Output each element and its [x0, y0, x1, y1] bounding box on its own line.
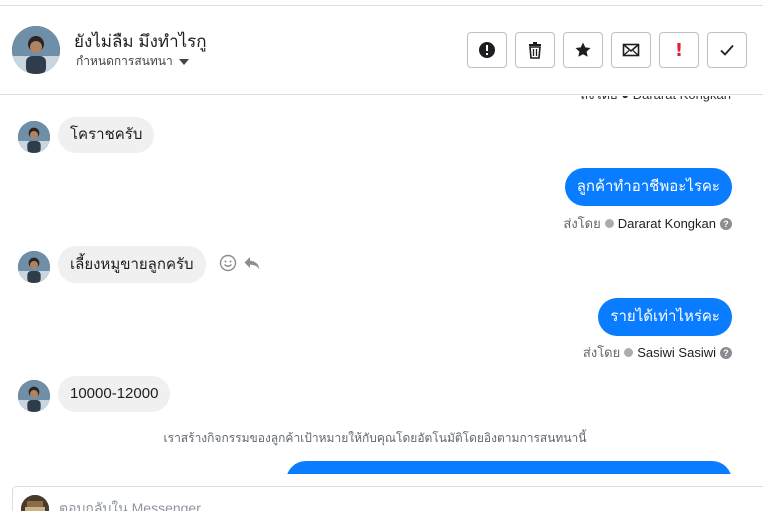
- outgoing-message[interactable]: รายได้เท่าไหร่คะ: [598, 298, 732, 336]
- sent-by-label: ส่งโดย ● Dararat Kongkan: [580, 96, 731, 105]
- sender-name[interactable]: Sasiwi Sasiwi: [637, 345, 716, 360]
- spam-button[interactable]: [467, 32, 507, 68]
- incoming-message[interactable]: เลี้ยงหมูขายลูกครับ: [58, 246, 206, 283]
- reply-composer: [12, 486, 763, 511]
- sender-name[interactable]: Dararat Kongkan: [618, 216, 716, 231]
- sent-by-label: ส่งโดย: [563, 216, 601, 231]
- delete-button[interactable]: [515, 32, 555, 68]
- envelope-icon: [622, 43, 640, 57]
- contact-avatar[interactable]: [18, 121, 50, 153]
- trash-icon: [529, 42, 541, 59]
- system-note: เราสร้างกิจกรรมของลูกค้าเป้าหมายให้กับคุ…: [163, 431, 587, 445]
- smiley-icon[interactable]: [219, 254, 237, 272]
- done-button[interactable]: [707, 32, 747, 68]
- message-thread[interactable]: ส่งโดย ● Dararat Kongkan โคราชครับ ลูกค้…: [0, 96, 763, 474]
- verified-icon: [624, 348, 634, 357]
- contact-avatar[interactable]: [12, 26, 60, 74]
- star-button[interactable]: [563, 32, 603, 68]
- conversation-header: ยังไม่ลืม มึงทำไรกู กำหนดการสนทนา !: [0, 6, 763, 95]
- incoming-message[interactable]: 10000-12000: [58, 376, 171, 412]
- message-actions: [219, 254, 261, 272]
- verified-icon: [604, 219, 614, 228]
- reply-icon[interactable]: [243, 254, 261, 272]
- outgoing-message[interactable]: ลูกค้าทำอาชีพอะไรคะ: [564, 168, 732, 206]
- conversation-actions: !: [467, 32, 747, 68]
- reply-input[interactable]: [59, 497, 659, 511]
- checkmark-icon: [720, 44, 734, 56]
- conversation-options-label: กำหนดการสนทนา: [76, 54, 173, 68]
- help-icon[interactable]: ?: [720, 217, 732, 230]
- contact-avatar[interactable]: [18, 380, 50, 412]
- contact-avatar[interactable]: [18, 251, 50, 283]
- important-button[interactable]: !: [659, 32, 699, 68]
- incoming-message[interactable]: โคราชครับ: [58, 117, 155, 153]
- contact-name[interactable]: ยังไม่ลืม มึงทำไรกู: [74, 28, 207, 55]
- outgoing-message[interactable]: [286, 461, 732, 474]
- exclamation-icon: !: [674, 39, 684, 61]
- mark-unread-button[interactable]: [611, 32, 651, 68]
- star-icon: [575, 42, 591, 57]
- help-icon[interactable]: ?: [720, 346, 732, 359]
- sent-by-info: ส่งโดย Dararat Kongkan ?: [563, 213, 732, 234]
- exclamation-circle-icon: [479, 42, 495, 58]
- sent-by-info: ส่งโดย Sasiwi Sasiwi ?: [583, 342, 732, 363]
- sent-by-label: ส่งโดย: [582, 345, 621, 360]
- caret-down-icon: [178, 58, 189, 65]
- conversation-options[interactable]: กำหนดการสนทนา: [76, 52, 189, 71]
- page-avatar: [21, 495, 49, 511]
